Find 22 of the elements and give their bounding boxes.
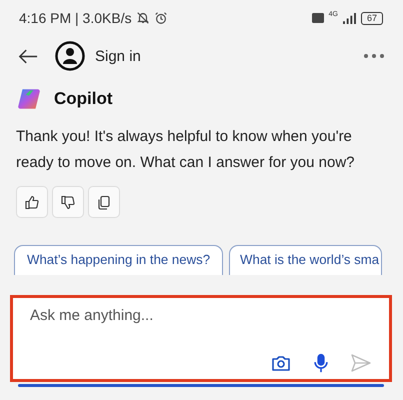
- suggestion-chip[interactable]: What is the world’s sma: [229, 245, 382, 275]
- input-placeholder: Ask me anything...: [30, 307, 154, 324]
- assistant-message: Thank you! It's always helpful to know when you're ready to move on. What can I answer for you now?: [16, 127, 356, 173]
- battery-level: 67: [360, 12, 383, 24]
- copy-button[interactable]: [88, 186, 120, 218]
- suggestion-chip[interactable]: What’s happening in the news?: [14, 245, 224, 275]
- muted-bell-icon: [136, 11, 150, 25]
- alarm-clock-icon: [154, 11, 168, 25]
- thumbs-up-button[interactable]: [16, 186, 48, 218]
- thumbs-up-icon: [24, 194, 40, 211]
- sign-in-link[interactable]: Sign in: [95, 48, 141, 64]
- back-arrow-icon[interactable]: [18, 48, 38, 64]
- camera-icon[interactable]: [271, 353, 291, 373]
- message-input-field[interactable]: Ask me anything...: [10, 295, 392, 382]
- copy-icon: [96, 194, 112, 211]
- status-time: 4:16 PM | 3.0KB/s: [19, 10, 132, 26]
- assistant-name: Copilot: [54, 89, 113, 109]
- thumbs-down-icon: [60, 194, 76, 211]
- thumbs-down-button[interactable]: [52, 186, 84, 218]
- signal-icon: [342, 12, 357, 24]
- more-options-icon[interactable]: [364, 54, 384, 58]
- avatar-icon[interactable]: [55, 41, 85, 71]
